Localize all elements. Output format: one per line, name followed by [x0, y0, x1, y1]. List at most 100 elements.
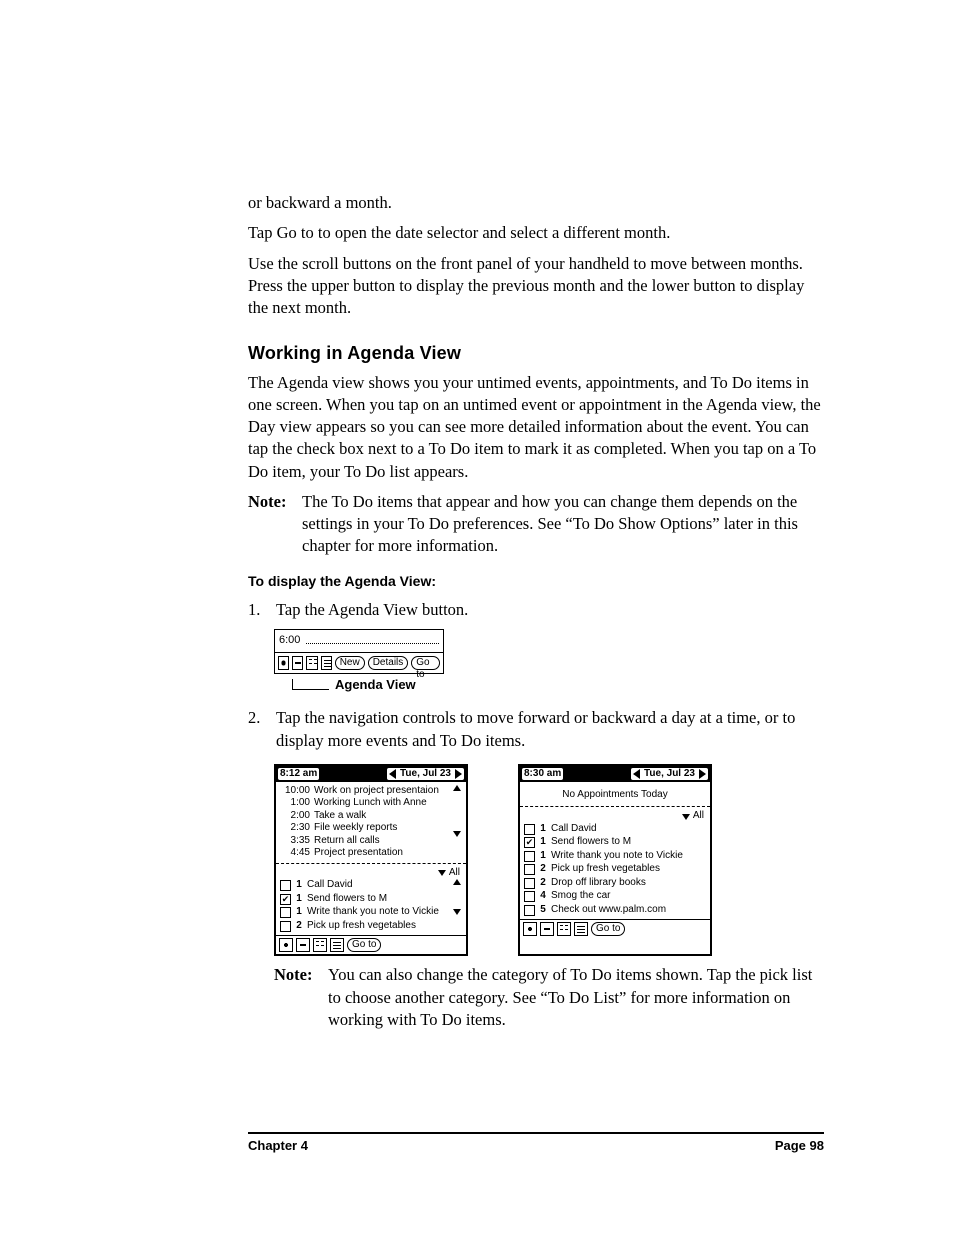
- todo-row[interactable]: 2Pick up fresh vegetables: [280, 920, 450, 934]
- category-picker[interactable]: All: [524, 810, 706, 823]
- step-number: 1.: [248, 599, 266, 621]
- footer-page: Page 98: [775, 1137, 824, 1155]
- screen-body: 10:00Work on project presentaion 1:00Wor…: [276, 782, 466, 936]
- category-label: All: [693, 810, 704, 823]
- step-text: Tap the Agenda View button.: [276, 599, 824, 621]
- category-picker[interactable]: All: [280, 867, 462, 880]
- goto-button[interactable]: Go to: [591, 922, 625, 936]
- appointment-row[interactable]: 10:00Work on project presentaion: [280, 785, 450, 798]
- appointment-row[interactable]: 2:00Take a walk: [280, 810, 450, 823]
- note-2: Note: You can also change the category o…: [274, 964, 824, 1031]
- month-view-icon[interactable]: [313, 938, 327, 952]
- section-heading: Working in Agenda View: [248, 341, 824, 365]
- titlebar-date-nav: Tue, Jul 23: [387, 768, 464, 781]
- checkbox-icon[interactable]: [524, 905, 535, 916]
- checkbox-icon[interactable]: [280, 907, 291, 918]
- section-divider: [520, 806, 710, 807]
- intro-line-2: Use the scroll buttons on the front pane…: [248, 253, 824, 320]
- step-1: 1. Tap the Agenda View button.: [248, 599, 824, 621]
- todo-row[interactable]: 1Write thank you note to Vickie: [280, 906, 450, 920]
- screen-bottombar: Go to: [276, 935, 466, 954]
- time-label: 6:00: [279, 633, 300, 648]
- agenda-view-icon[interactable]: [321, 656, 332, 670]
- month-view-icon[interactable]: [306, 656, 317, 670]
- figure-toolbar: 6:00 New Details Go to Agenda View: [274, 629, 444, 694]
- week-view-icon[interactable]: [296, 938, 310, 952]
- week-view-icon[interactable]: [540, 922, 554, 936]
- week-view-icon[interactable]: [292, 656, 303, 670]
- appointment-row[interactable]: 4:45Project presentation: [280, 847, 450, 860]
- scroll-up-icon[interactable]: [453, 879, 461, 885]
- footer-chapter: Chapter 4: [248, 1137, 308, 1155]
- titlebar-time: 8:30 am: [522, 768, 563, 781]
- goto-button[interactable]: Go to: [411, 656, 440, 670]
- next-day-icon[interactable]: [699, 769, 706, 779]
- checkbox-icon[interactable]: [524, 851, 535, 862]
- prev-day-icon[interactable]: [389, 769, 396, 779]
- category-label: All: [449, 867, 460, 880]
- no-appointments-label: No Appointments Today: [524, 785, 706, 804]
- step-number: 2.: [248, 707, 266, 752]
- chevron-down-icon: [682, 814, 690, 820]
- titlebar-date: Tue, Jul 23: [400, 768, 451, 781]
- new-button[interactable]: New: [335, 656, 365, 670]
- checkbox-checked-icon[interactable]: ✔: [280, 894, 291, 905]
- screen-titlebar: 8:30 am Tue, Jul 23: [520, 766, 710, 782]
- todo-row[interactable]: ✔1Send flowers to M: [280, 893, 450, 907]
- page: or backward a month. Tap Go to to open t…: [0, 0, 954, 1235]
- checkbox-icon[interactable]: [280, 921, 291, 932]
- day-view-icon[interactable]: [278, 656, 289, 670]
- chevron-down-icon: [438, 870, 446, 876]
- agenda-view-icon[interactable]: [574, 922, 588, 936]
- note-label: Note:: [248, 491, 292, 558]
- next-day-icon[interactable]: [455, 769, 462, 779]
- toolbar-top-row: 6:00: [274, 629, 444, 653]
- checkbox-icon[interactable]: [524, 824, 535, 835]
- todo-scroll: [452, 879, 462, 933]
- footer-rule: [248, 1132, 824, 1134]
- todo-row[interactable]: 4Smog the car: [524, 890, 706, 904]
- todo-row[interactable]: 5Check out www.palm.com: [524, 904, 706, 918]
- checkbox-icon[interactable]: [524, 864, 535, 875]
- titlebar-date: Tue, Jul 23: [644, 768, 695, 781]
- callout-line: [292, 679, 329, 690]
- checkbox-icon[interactable]: [524, 891, 535, 902]
- titlebar-time: 8:12 am: [278, 768, 319, 781]
- intro-line-0: or backward a month.: [248, 192, 824, 214]
- screen-titlebar: 8:12 am Tue, Jul 23: [276, 766, 466, 782]
- intro-line-1: Tap Go to to open the date selector and …: [248, 222, 824, 244]
- checkbox-icon[interactable]: [524, 878, 535, 889]
- appointment-row[interactable]: 2:30File weekly reports: [280, 822, 450, 835]
- checkbox-checked-icon[interactable]: ✔: [524, 837, 535, 848]
- page-footer: Chapter 4 Page 98: [248, 1132, 824, 1155]
- section-body: The Agenda view shows you your untimed e…: [248, 372, 824, 483]
- scroll-down-icon[interactable]: [453, 909, 461, 915]
- caption-text: Agenda View: [335, 676, 416, 694]
- todo-row[interactable]: 1Call David: [524, 823, 706, 837]
- agenda-view-icon[interactable]: [330, 938, 344, 952]
- step-2: 2. Tap the navigation controls to move f…: [248, 707, 824, 752]
- event-slot-line: [306, 642, 439, 644]
- todo-row[interactable]: 1Write thank you note to Vickie: [524, 850, 706, 864]
- todo-row[interactable]: ✔1Send flowers to M: [524, 836, 706, 850]
- scroll-down-icon[interactable]: [453, 831, 461, 837]
- prev-day-icon[interactable]: [633, 769, 640, 779]
- scroll-up-icon[interactable]: [453, 785, 461, 791]
- todo-row[interactable]: 2Pick up fresh vegetables: [524, 863, 706, 877]
- todo-row[interactable]: 2Drop off library books: [524, 877, 706, 891]
- details-button[interactable]: Details: [368, 656, 409, 670]
- note-body: You can also change the category of To D…: [328, 964, 824, 1031]
- note-1: Note: The To Do items that appear and ho…: [248, 491, 824, 558]
- todo-row[interactable]: 1Call David: [280, 879, 450, 893]
- appointments-scroll: [452, 785, 462, 860]
- appointment-row[interactable]: 1:00Working Lunch with Anne: [280, 797, 450, 810]
- month-view-icon[interactable]: [557, 922, 571, 936]
- procedure-heading: To display the Agenda View:: [248, 572, 824, 591]
- note-label: Note:: [274, 964, 318, 1031]
- goto-button[interactable]: Go to: [347, 938, 381, 952]
- day-view-icon[interactable]: [523, 922, 537, 936]
- appointment-row[interactable]: 3:35Return all calls: [280, 835, 450, 848]
- day-view-icon[interactable]: [279, 938, 293, 952]
- toolbar-bottom-row: New Details Go to: [274, 653, 444, 674]
- checkbox-icon[interactable]: [280, 880, 291, 891]
